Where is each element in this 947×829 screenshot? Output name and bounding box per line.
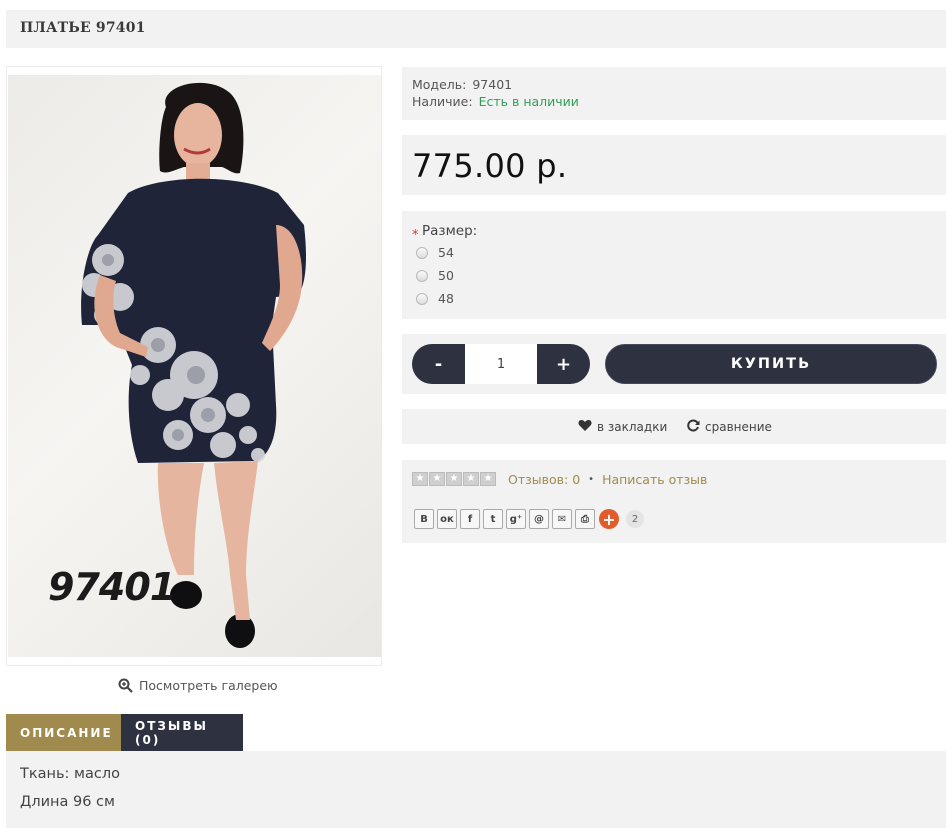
model-label: Модель: xyxy=(412,77,467,92)
model-value: 97401 xyxy=(472,77,513,92)
separator: • xyxy=(588,474,595,485)
stock-label: Наличие: xyxy=(412,94,473,109)
tab-reviews[interactable]: ОТЗЫВЫ (0) xyxy=(121,714,243,751)
product-tabs: ОПИСАНИЕ ОТЗЫВЫ (0) xyxy=(6,714,243,751)
radio-button[interactable] xyxy=(416,292,428,305)
title-bar: ПЛАТЬЕ 97401 xyxy=(6,10,946,48)
size-option-50[interactable]: 50 xyxy=(416,268,454,283)
product-image-frame[interactable]: 97401 xyxy=(6,66,382,666)
mail-ru-icon[interactable]: @ xyxy=(529,509,549,529)
radio-button[interactable] xyxy=(416,269,428,282)
facebook-icon[interactable]: f xyxy=(460,509,480,529)
size-option-label: 50 xyxy=(438,268,454,283)
size-option-label: 48 xyxy=(438,291,454,306)
stock-value: Есть в наличии xyxy=(478,94,579,109)
photo-model-number: 97401 xyxy=(48,565,176,609)
add-to-wishlist-link[interactable]: в закладки xyxy=(578,419,667,435)
star-icon: ★ xyxy=(429,472,445,486)
view-gallery-label: Посмотреть галерею xyxy=(139,678,278,693)
quantity-stepper: - 1 + xyxy=(412,344,590,384)
product-price: 775.00 р. xyxy=(412,147,568,185)
model-row: Модель: 97401 xyxy=(412,77,512,92)
write-review-link[interactable]: Написать отзыв xyxy=(602,472,707,487)
star-icon: ★ xyxy=(412,472,428,486)
odnoklassniki-icon[interactable]: ок xyxy=(437,509,457,529)
twitter-icon[interactable]: t xyxy=(483,509,503,529)
more-share-plus-icon[interactable]: + xyxy=(599,509,619,529)
size-option-48[interactable]: 48 xyxy=(416,291,454,306)
required-mark: * xyxy=(412,228,419,243)
share-counter: 2 xyxy=(626,510,644,528)
product-title: ПЛАТЬЕ 97401 xyxy=(20,20,146,36)
review-links: Отзывов: 0 • Написать отзыв xyxy=(508,472,707,487)
price-panel: 775.00 р. xyxy=(402,135,946,195)
decrease-quantity-button[interactable]: - xyxy=(412,344,465,384)
google-plus-icon[interactable]: g⁺ xyxy=(506,509,526,529)
description-line: Длина 96 см xyxy=(20,794,115,810)
quantity-input[interactable]: 1 xyxy=(465,344,537,384)
star-icon: ★ xyxy=(463,472,479,486)
reviews-count-link[interactable]: Отзывов: 0 xyxy=(508,472,580,487)
description-panel: Ткань: масло Длина 96 см xyxy=(6,751,946,828)
buy-button[interactable]: КУПИТЬ xyxy=(605,344,937,384)
heart-icon xyxy=(578,419,592,435)
add-to-compare-link[interactable]: сравнение xyxy=(687,419,772,435)
size-label: Размер: xyxy=(422,223,478,239)
email-icon[interactable]: ✉ xyxy=(552,509,572,529)
stock-row: Наличие: Есть в наличии xyxy=(412,94,579,109)
star-icon: ★ xyxy=(480,472,496,486)
description-line: Ткань: масло xyxy=(20,766,120,782)
size-option-label: 54 xyxy=(438,245,454,260)
buy-panel: - 1 + КУПИТЬ xyxy=(402,334,946,394)
wishlist-label: в закладки xyxy=(597,420,668,434)
refresh-icon xyxy=(687,419,700,435)
product-photo[interactable]: 97401 xyxy=(8,75,381,657)
print-icon[interactable]: ⎙ xyxy=(575,509,595,529)
wishlist-compare-panel: в закладки сравнение xyxy=(402,409,946,444)
compare-label: сравнение xyxy=(705,420,772,434)
radio-button[interactable] xyxy=(416,246,428,259)
zoom-in-icon xyxy=(118,678,133,693)
review-share-panel: ★ ★ ★ ★ ★ Отзывов: 0 • Написать отзыв В … xyxy=(402,460,946,543)
vk-icon[interactable]: В xyxy=(414,509,434,529)
size-option-54[interactable]: 54 xyxy=(416,245,454,260)
size-options-panel: * Размер: 54 50 48 xyxy=(402,211,946,319)
product-info-panel: Модель: 97401 Наличие: Есть в наличии xyxy=(402,67,946,120)
tab-description[interactable]: ОПИСАНИЕ xyxy=(6,714,121,751)
view-gallery-link[interactable]: Посмотреть галерею xyxy=(118,678,278,693)
star-icon: ★ xyxy=(446,472,462,486)
rating-stars: ★ ★ ★ ★ ★ xyxy=(412,472,496,486)
increase-quantity-button[interactable]: + xyxy=(537,344,590,384)
share-buttons: В ок f t g⁺ @ ✉ ⎙ + 2 xyxy=(414,509,644,529)
